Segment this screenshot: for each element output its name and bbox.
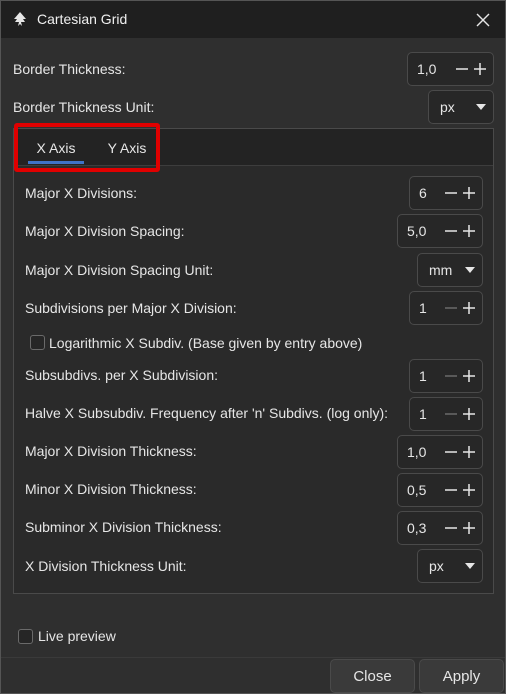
spacing-unit-value: mm: [429, 262, 453, 278]
subdiv-label: Subdivisions per Major X Division:: [25, 300, 237, 316]
decrement-button[interactable]: [442, 474, 460, 506]
decrement-button[interactable]: [442, 436, 460, 468]
thickness-unit-label: X Division Thickness Unit:: [25, 558, 187, 574]
decrement-button[interactable]: [442, 512, 460, 544]
subminor-thickness-spinner[interactable]: 0,3: [397, 511, 483, 545]
decrement-button[interactable]: [442, 360, 460, 392]
window-title: Cartesian Grid: [37, 11, 128, 27]
tabs-highlight: [14, 123, 160, 172]
spacing-unit-dropdown[interactable]: mm: [417, 253, 483, 287]
thickness-unit-row: X Division Thickness Unit:: [25, 550, 485, 584]
decrement-button[interactable]: [453, 53, 471, 85]
border-unit-dropdown[interactable]: px: [428, 90, 494, 124]
chevron-down-icon: [469, 104, 493, 110]
decrement-button[interactable]: [442, 177, 460, 209]
chevron-down-icon: [458, 267, 482, 273]
decrement-button[interactable]: [442, 215, 460, 247]
subsubdiv-label: Subsubdivs. per X Subdivision:: [25, 367, 218, 383]
border-thickness-label: Border Thickness:: [13, 61, 126, 77]
live-preview-checkbox[interactable]: [18, 629, 33, 644]
subminor-thickness-label: Subminor X Division Thickness:: [25, 519, 222, 535]
minor-thickness-spinner[interactable]: 0,5: [397, 473, 483, 507]
increment-button[interactable]: [460, 292, 478, 324]
increment-button[interactable]: [460, 360, 478, 392]
major-divisions-value[interactable]: 6: [410, 185, 442, 201]
increment-button[interactable]: [460, 512, 478, 544]
halve-spinner[interactable]: 1: [409, 397, 483, 431]
chevron-down-icon: [458, 563, 482, 569]
border-thickness-value[interactable]: 1,0: [408, 61, 453, 77]
major-spacing-value[interactable]: 5,0: [398, 223, 442, 239]
halve-label: Halve X Subsubdiv. Frequency after 'n' S…: [25, 405, 389, 421]
increment-button[interactable]: [460, 215, 478, 247]
halve-value[interactable]: 1: [410, 406, 442, 422]
footer-divider: [1, 657, 505, 658]
major-divisions-spinner[interactable]: 6: [409, 176, 483, 210]
dialog-window: Cartesian Grid Border Thickness: 1,0 Bor…: [0, 0, 506, 694]
subdiv-spinner[interactable]: 1: [409, 291, 483, 325]
apply-button[interactable]: Apply: [419, 659, 504, 693]
inkscape-icon: [11, 11, 29, 29]
spacing-unit-row: Major X Division Spacing Unit:: [25, 254, 485, 288]
major-thickness-value[interactable]: 1,0: [398, 444, 442, 460]
decrement-button[interactable]: [442, 292, 460, 324]
subsubdiv-spinner[interactable]: 1: [409, 359, 483, 393]
major-spacing-label: Major X Division Spacing:: [25, 223, 185, 239]
apply-button-label: Apply: [442, 667, 481, 685]
major-thickness-label: Major X Division Thickness:: [25, 443, 197, 459]
increment-button[interactable]: [460, 177, 478, 209]
logarithmic-label[interactable]: Logarithmic X Subdiv. (Base given by ent…: [49, 335, 362, 351]
border-unit-row: Border Thickness Unit:: [13, 93, 495, 121]
increment-button[interactable]: [471, 53, 489, 85]
major-spacing-spinner[interactable]: 5,0: [397, 214, 483, 248]
subdiv-value[interactable]: 1: [410, 300, 442, 316]
increment-button[interactable]: [460, 436, 478, 468]
spacing-unit-label: Major X Division Spacing Unit:: [25, 262, 214, 278]
thickness-unit-value: px: [429, 558, 444, 574]
thickness-unit-dropdown[interactable]: px: [417, 549, 483, 583]
minor-thickness-value[interactable]: 0,5: [398, 482, 442, 498]
subminor-thickness-value[interactable]: 0,3: [398, 520, 442, 536]
major-divisions-label: Major X Divisions:: [25, 185, 138, 201]
major-thickness-spinner[interactable]: 1,0: [397, 435, 483, 469]
close-button[interactable]: Close: [330, 659, 415, 693]
subsubdiv-value[interactable]: 1: [410, 368, 442, 384]
close-icon[interactable]: [461, 1, 505, 38]
logarithmic-checkbox[interactable]: [30, 335, 45, 350]
border-thickness-spinner[interactable]: 1,0: [407, 52, 494, 86]
decrement-button[interactable]: [442, 398, 460, 430]
border-unit-label: Border Thickness Unit:: [13, 99, 155, 115]
title-bar: Cartesian Grid: [1, 1, 505, 38]
close-button-label: Close: [353, 667, 392, 685]
increment-button[interactable]: [460, 474, 478, 506]
live-preview-label[interactable]: Live preview: [38, 628, 116, 644]
border-unit-value: px: [440, 99, 455, 115]
increment-button[interactable]: [460, 398, 478, 430]
minor-thickness-label: Minor X Division Thickness:: [25, 481, 197, 497]
